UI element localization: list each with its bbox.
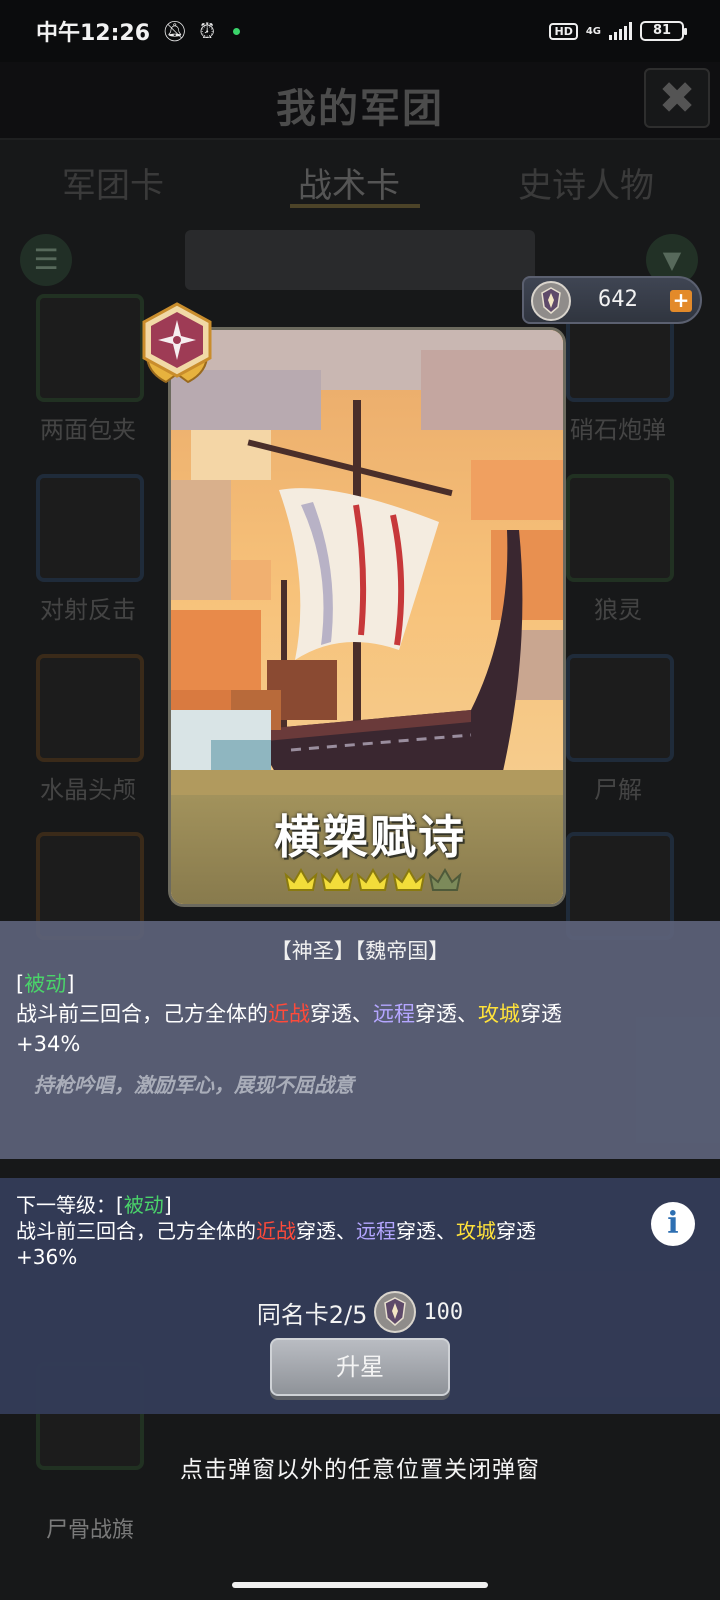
effect-text: 穿透、 (296, 1219, 356, 1243)
term-siege: 攻城 (478, 1002, 520, 1026)
crown-filled-icon (356, 868, 390, 891)
bracket-close: ] (163, 1193, 172, 1217)
next-level-description: 下一等级：[被动] 战斗前三回合，己方全体的近战穿透、远程穿透、攻城穿透 +36… (16, 1192, 656, 1270)
next-level-label: 下一等级：[ (16, 1193, 124, 1217)
info-icon[interactable]: i (651, 1202, 695, 1246)
bracket-close: ] (66, 972, 75, 996)
close-hint: 点击弹窗以外的任意位置关闭弹窗 (180, 1457, 540, 1483)
effect-text: 穿透、 (415, 1002, 478, 1026)
status-bar: 中午12:26 🔕︎ ⏰︎ HD 4G 81 (0, 0, 720, 62)
bg-card-label: 尸骨战旗 (45, 1518, 134, 1543)
crown-empty-icon (428, 868, 462, 891)
duplicate-count: 同名卡2/5 (256, 1300, 368, 1329)
bracket-open: [ (16, 972, 25, 996)
crown-filled-icon (392, 868, 426, 891)
skill-type: 被动 (24, 972, 67, 996)
skill-description: [被动] 战斗前三回合，己方全体的近战穿透、远程穿透、攻城穿透 +34% (16, 969, 716, 1059)
card-name: 横槊赋诗 (274, 810, 466, 864)
home-indicator[interactable] (232, 1582, 488, 1588)
term-melee: 近战 (256, 1219, 296, 1243)
skill-info-panel: 【神圣】【魏帝国】 [被动] 战斗前三回合，己方全体的近战穿透、远程穿透、攻城穿… (0, 921, 720, 1159)
hd-icon: HD (549, 22, 578, 40)
tactic-card: 横槊赋诗 (168, 327, 566, 907)
flavor-text: 持枪吟唱，激励军心，展现不屈战意 (34, 1073, 354, 1097)
next-skill-type: 被动 (123, 1193, 164, 1217)
compass-laurel-badge-icon (142, 302, 212, 384)
effect-text: 穿透、 (396, 1219, 456, 1243)
effect-value: +34% (16, 1032, 81, 1056)
upgrade-star-button[interactable]: 升星 (270, 1338, 450, 1396)
term-melee: 近战 (268, 1002, 310, 1026)
currency-amount: 642 (598, 287, 638, 312)
card-tags: 【神圣】【魏帝国】 (270, 939, 450, 963)
network-type: 4G (585, 25, 601, 37)
next-effect-value: +36% (16, 1245, 78, 1269)
laurel-shield-icon (531, 281, 571, 321)
effect-text: 穿透 (520, 1002, 562, 1026)
term-ranged: 远程 (356, 1219, 396, 1243)
effect-text: 战斗前三回合，己方全体的 (16, 1002, 268, 1026)
bell-muted-icon: 🔕︎ (162, 19, 188, 43)
effect-text: 穿透 (496, 1219, 536, 1243)
upgrade-cost: 100 (423, 1299, 464, 1325)
term-siege: 攻城 (456, 1219, 496, 1243)
currency-display: 642 + (522, 276, 702, 324)
term-ranged: 远程 (373, 1002, 415, 1026)
effect-text: 穿透、 (310, 1002, 373, 1026)
crown-filled-icon (284, 868, 318, 891)
laurel-shield-icon (374, 1291, 417, 1333)
star-rating (283, 865, 463, 895)
card-name-bar: 横槊赋诗 (171, 795, 563, 904)
crown-filled-icon (320, 868, 354, 891)
duplicate-card-row: 同名卡2/5 100 (0, 1290, 720, 1334)
status-time: 中午12:26 (36, 21, 151, 46)
battery-icon: 81 (640, 21, 687, 41)
signal-icon (609, 22, 632, 40)
notification-dot-icon (233, 27, 241, 35)
plus-icon[interactable]: + (670, 290, 692, 312)
next-level-panel: 下一等级：[被动] 战斗前三回合，己方全体的近战穿透、远程穿透、攻城穿透 +36… (0, 1178, 720, 1414)
effect-text: 战斗前三回合，己方全体的 (16, 1219, 256, 1243)
alarm-icon: ⏰︎ (199, 19, 216, 43)
